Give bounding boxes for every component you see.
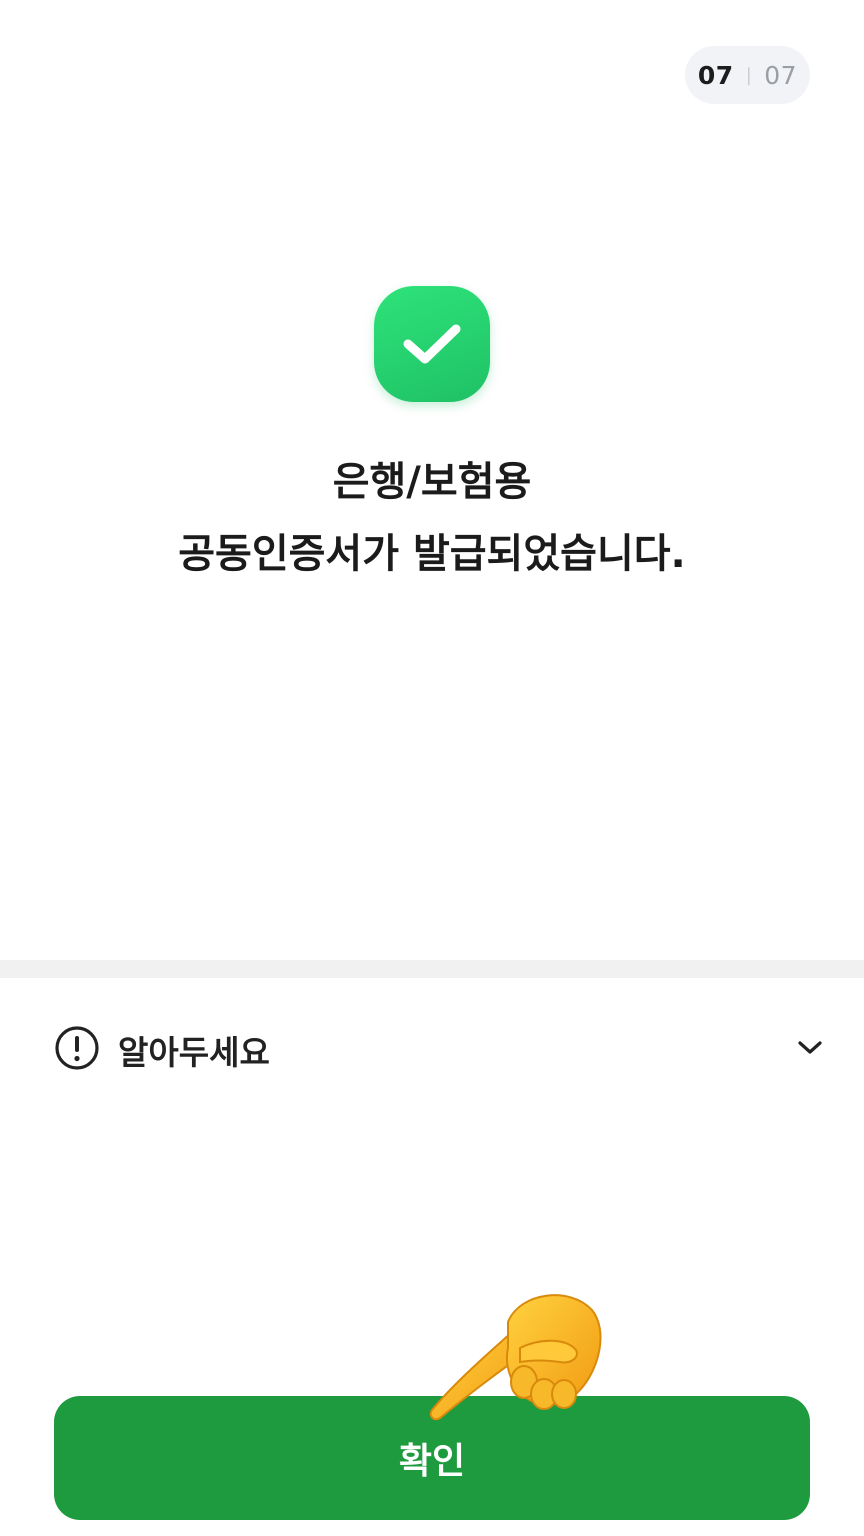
step-current: 07	[697, 60, 734, 90]
confirm-button-label: 확인	[398, 1441, 466, 1482]
confirm-button[interactable]: 확인	[54, 1396, 810, 1520]
success-check-icon	[374, 286, 490, 402]
step-indicator: 07 | 07	[685, 46, 810, 104]
notice-accordion-header[interactable]: 알아두세요	[54, 1020, 824, 1080]
notice-label: 알아두세요	[118, 1033, 270, 1072]
result-message: 은행/보험용 공동인증서가 발급되었습니다.	[0, 446, 864, 590]
exclamation-circle-icon	[54, 1025, 100, 1075]
section-divider	[0, 960, 864, 978]
step-total: 07	[764, 60, 798, 90]
certificate-issued-screen: 07 | 07 은행/보험용 공동인증서가 발급되었습니다. 알아두세요 확인	[0, 0, 864, 1536]
step-separator: |	[745, 64, 753, 86]
result-message-line-2: 공동인증서가 발급되었습니다.	[178, 531, 686, 577]
result-message-line-1: 은행/보험용	[332, 459, 532, 505]
chevron-down-icon[interactable]	[796, 1038, 824, 1062]
